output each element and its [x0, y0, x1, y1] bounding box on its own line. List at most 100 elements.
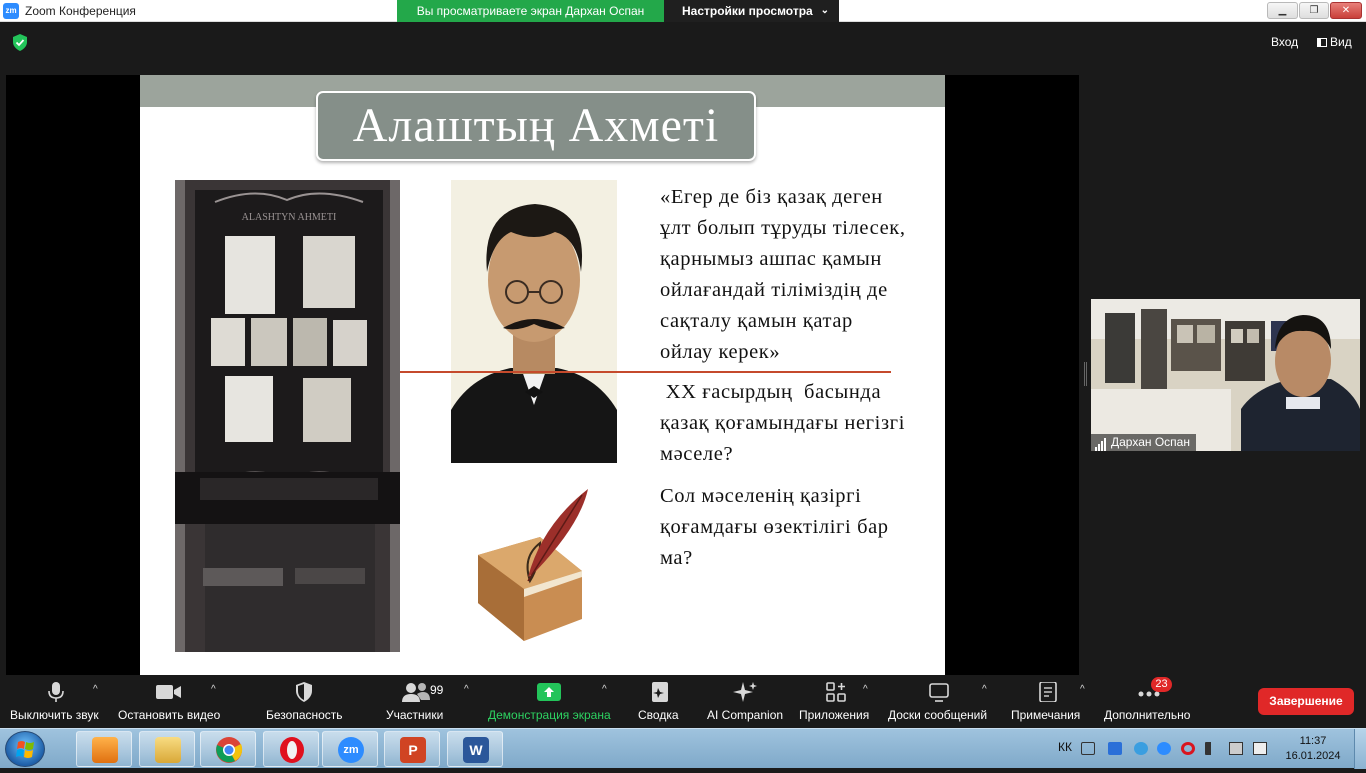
chevron-down-icon: ⌄	[820, 5, 829, 16]
question2-line: ма?	[660, 547, 693, 569]
share-options-caret[interactable]: ^	[602, 684, 607, 695]
apps-icon	[826, 682, 846, 702]
speaker-video-feed	[1091, 299, 1360, 451]
whiteboards-options-caret[interactable]: ^	[982, 684, 987, 695]
taskbar-powerpoint[interactable]: P	[384, 731, 440, 767]
clock[interactable]: 11:37 16.01.2024	[1285, 734, 1341, 764]
chrome-icon	[216, 737, 243, 763]
encryption-shield-icon[interactable]	[12, 34, 28, 51]
maximize-button[interactable]: ❐	[1299, 2, 1329, 19]
whiteboards-button[interactable]: ^ Доски сообщений	[886, 675, 992, 728]
taskbar-opera[interactable]	[263, 731, 319, 767]
notes-label: Примечания	[1011, 708, 1081, 722]
book-quill-icon	[478, 489, 588, 641]
zoom-logo-icon: zm	[3, 3, 19, 19]
notes-options-caret[interactable]: ^	[1080, 684, 1085, 695]
share-screen-button[interactable]: ^ Демонстрация экрана	[486, 675, 616, 728]
video-panel-resize-handle[interactable]	[1084, 362, 1087, 386]
question2-line: қоғамдағы өзектілігі бар	[660, 516, 889, 538]
zoom-taskbar-icon: zm	[338, 737, 364, 763]
meeting-topbar: Вход Вид	[0, 22, 1366, 62]
slide-quote: «Егер де біз қазақ деген ұлт болып тұруды…	[660, 182, 925, 368]
summary-button[interactable]: Сводка	[632, 675, 688, 728]
view-layout-icon	[1317, 38, 1327, 47]
participants-button[interactable]: 99 ^ Участники	[382, 675, 476, 728]
apps-button[interactable]: ^ Приложения	[796, 675, 880, 728]
ai-sparkle-icon	[733, 682, 757, 702]
question1-line: XX ғасырдың басында	[660, 381, 882, 403]
ai-companion-label: AI Companion	[707, 708, 784, 722]
end-meeting-button[interactable]: Завершение	[1258, 688, 1354, 715]
volume-icon[interactable]	[1205, 742, 1219, 755]
ai-companion-button[interactable]: AI Companion	[702, 675, 788, 728]
quote-line: сақталу қамын қатар	[660, 310, 853, 332]
summary-label: Сводка	[638, 708, 679, 722]
keyboard-language[interactable]: КК	[1058, 740, 1072, 754]
network-icon[interactable]	[1229, 742, 1243, 755]
more-button[interactable]: Дополнительно	[1102, 675, 1198, 728]
security-shield-icon	[296, 682, 312, 702]
notes-button[interactable]: ^ Примечания	[1008, 675, 1094, 728]
taskbar-media-player[interactable]	[76, 731, 132, 767]
alikhan-bokeikhanov-portrait	[451, 180, 617, 463]
notification-badge: 23	[1151, 677, 1172, 692]
stop-video-button[interactable]: ^ Остановить видео	[116, 675, 226, 728]
question2-line: Сол мәселенің қазіргі	[660, 485, 862, 507]
video-options-caret[interactable]: ^	[211, 684, 216, 695]
word-icon: W	[463, 737, 489, 763]
windows-logo-icon	[16, 741, 34, 758]
folder-icon	[155, 737, 181, 763]
mute-label: Выключить звук	[10, 708, 99, 722]
keyboard-icon[interactable]	[1081, 742, 1095, 755]
mute-button[interactable]: ^ Выключить звук	[6, 675, 106, 728]
view-options-dropdown[interactable]: Настройки просмотра ⌄	[664, 0, 839, 22]
taskbar-explorer[interactable]	[139, 731, 195, 767]
windows-taskbar: zm P W КК 11:37 16.01.2024	[0, 728, 1366, 769]
stop-video-label: Остановить видео	[118, 708, 221, 722]
taskbar-zoom[interactable]: zm	[322, 731, 378, 767]
participants-options-caret[interactable]: ^	[464, 684, 469, 695]
more-label: Дополнительно	[1104, 708, 1191, 722]
view-button[interactable]: Вид	[1317, 35, 1352, 49]
tray-zoom-icon[interactable]	[1157, 742, 1171, 755]
whiteboards-label: Доски сообщений	[888, 708, 988, 722]
quote-line: ұлт болып тұруды тілесек,	[660, 217, 906, 239]
museum-display-photo: ALASHTYN AHMETI	[175, 180, 400, 652]
start-button[interactable]	[5, 731, 45, 767]
signal-strength-icon	[1095, 434, 1107, 451]
tray-camera-icon[interactable]	[1134, 742, 1148, 755]
quote-line: қарнымыз ашпас қамын	[660, 248, 882, 270]
participants-icon	[402, 683, 430, 702]
quote-line: «Егер де біз қазақ деген	[660, 186, 883, 208]
summary-icon	[652, 682, 668, 702]
slide-title: Алаштың Ахметі	[316, 91, 756, 161]
slide-divider-line	[400, 371, 891, 373]
action-center-icon[interactable]	[1253, 742, 1267, 755]
taskbar-chrome[interactable]	[200, 731, 256, 767]
clock-date: 16.01.2024	[1285, 750, 1341, 762]
close-window-button[interactable]: ✕	[1330, 2, 1362, 19]
speaker-video-tile[interactable]: Дархан Оспан	[1091, 299, 1360, 451]
quote-line: ойлау керек»	[660, 341, 781, 363]
mute-options-caret[interactable]: ^	[93, 684, 98, 695]
exit-fullscreen-button[interactable]: Вход	[1271, 35, 1298, 49]
taskbar-word[interactable]: W	[447, 731, 503, 767]
speaker-name-label: Дархан Оспан	[1091, 434, 1196, 451]
video-camera-icon	[156, 685, 181, 699]
tray-opera-icon[interactable]	[1181, 742, 1195, 755]
media-player-icon	[92, 737, 118, 763]
apps-options-caret[interactable]: ^	[863, 684, 868, 695]
window-title: Zoom Конференция	[25, 4, 136, 18]
screen-share-banner: Вы просматриваете экран Дархан Оспан	[397, 0, 664, 22]
microphone-icon	[48, 682, 64, 702]
minimize-button[interactable]: ▁	[1267, 2, 1298, 19]
opera-icon	[280, 737, 304, 763]
museum-sign-text: ALASHTYN AHMETI	[242, 212, 337, 223]
show-desktop-button[interactable]	[1354, 729, 1366, 769]
notes-icon	[1039, 682, 1057, 702]
tray-app-icon[interactable]	[1108, 742, 1122, 755]
presentation-slide: Алаштың Ахметі ALASHTYN AHMETI «Егер де …	[140, 75, 945, 675]
powerpoint-icon: P	[400, 737, 426, 763]
security-button[interactable]: Безопасность	[262, 675, 348, 728]
whiteboard-icon	[929, 683, 949, 702]
